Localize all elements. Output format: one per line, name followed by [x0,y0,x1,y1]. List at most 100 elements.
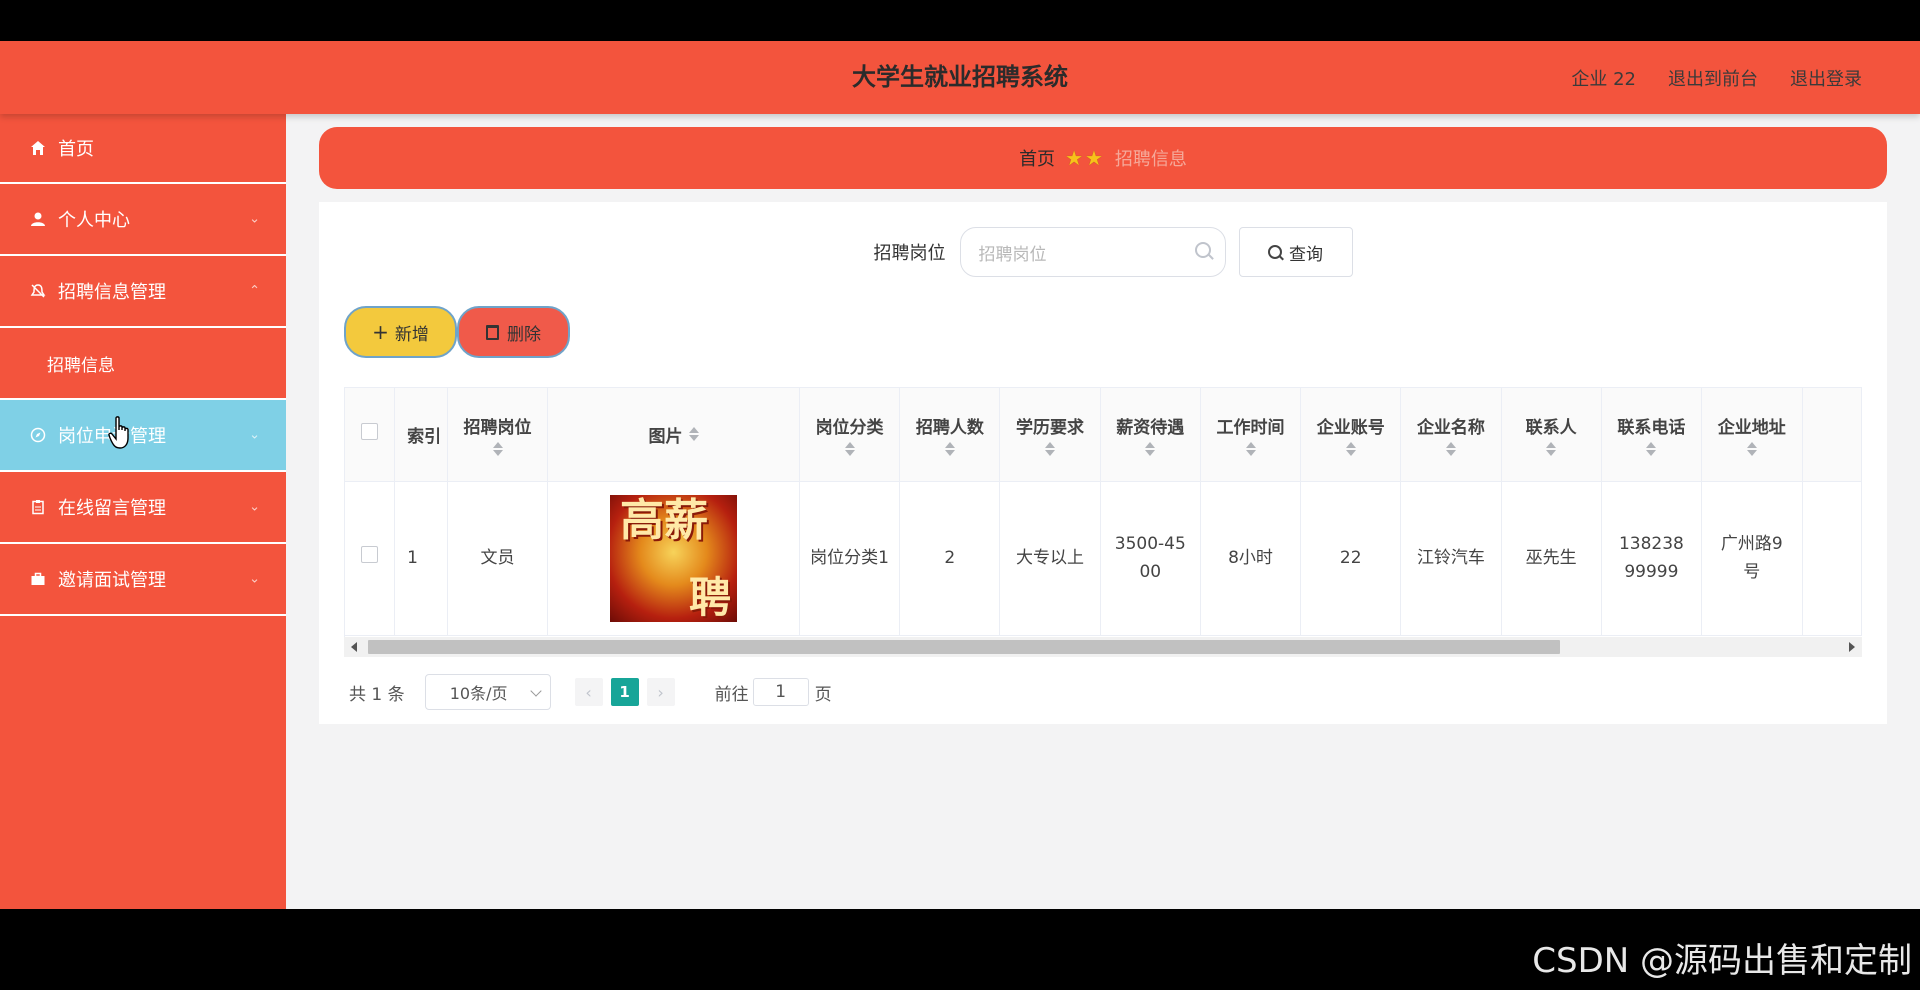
pagination: 共 1 条 10条/页 ‹ 1 › 前往 1 页 [349,674,832,710]
column-header-category[interactable]: 岗位分类 [799,388,901,482]
search-icon [1268,245,1282,259]
cell-contact: 巫先生 [1501,481,1602,636]
sort-icon[interactable] [1546,441,1557,456]
exit-to-front-link[interactable]: 退出到前台 [1668,65,1758,91]
search-input[interactable]: 招聘岗位 [959,227,1226,277]
sort-icon[interactable] [1245,441,1256,456]
sort-icon[interactable] [492,441,503,456]
column-header-count[interactable]: 招聘人数 [899,388,1001,482]
column-header-salary[interactable]: 薪资待遇 [1100,388,1201,482]
sort-icon[interactable] [844,441,855,456]
page-size-select[interactable]: 10条/页 [424,674,551,710]
sidebar-item-application-manage[interactable]: 岗位申请管理 ⌄ [0,400,286,472]
column-header-hours[interactable]: 工作时间 [1200,388,1302,482]
search-icon [1194,242,1211,258]
column-header-image[interactable]: 图片 [547,388,800,482]
plus-icon: + [372,320,389,344]
sidebar: 首页 个人中心 ⌄ 招聘信息管理 ⌃ 招聘信息 岗位申请管理 ⌄ [0,114,286,909]
add-button-label: 新增 [394,324,429,345]
cell-category: 岗位分类1 [799,481,901,636]
sidebar-item-interview-manage[interactable]: 邀请面试管理 ⌄ [0,544,286,616]
sort-icon[interactable] [688,427,699,442]
table-header-row: 索引 招聘岗位 图片 岗位分类 招聘人数 学历要求 薪资待遇 工作时间 企业账号… [345,388,1862,482]
column-header-contact[interactable]: 联系人 [1501,388,1602,482]
sidebar-item-profile[interactable]: 个人中心 ⌄ [0,184,286,256]
query-button-label: 查询 [1289,244,1323,265]
sort-icon[interactable] [1646,441,1657,456]
sidebar-item-label: 在线留言管理 [58,498,166,519]
sidebar-item-home[interactable]: 首页 [0,114,286,184]
home-icon [28,138,48,158]
chevron-down-icon: ⌄ [249,499,260,515]
cell-account: 22 [1300,481,1402,636]
column-header-address[interactable]: 企业地址 [1701,388,1803,482]
column-header-phone[interactable]: 联系电话 [1601,388,1703,482]
current-user-label[interactable]: 企业 22 [1571,65,1636,91]
select-all-cell [345,388,396,482]
breadcrumb: 首页 ★★ 招聘信息 [319,127,1887,189]
compass-icon [28,425,48,445]
cell-address: 广州路9号 [1701,481,1803,636]
breadcrumb-current: 招聘信息 [1114,149,1187,170]
chevron-down-icon: ⌄ [249,211,260,227]
action-buttons: + 新增 删除 [344,306,570,358]
submenu-item-recruit-info[interactable]: 招聘信息 [0,328,286,400]
search-bar: 招聘岗位 招聘岗位 查询 [319,227,1887,277]
star-separator-icon: ★★ [1065,146,1105,170]
sidebar-item-label: 招聘信息管理 [58,282,166,303]
scrollbar-thumb[interactable] [368,640,1560,654]
scroll-right-icon[interactable] [1849,642,1855,652]
query-button[interactable]: 查询 [1238,227,1353,277]
sort-icon[interactable] [1345,441,1356,456]
column-header-company[interactable]: 企业名称 [1400,388,1502,482]
sort-icon[interactable] [1145,441,1156,456]
page-number-current[interactable]: 1 [610,678,639,706]
data-table: 索引 招聘岗位 图片 岗位分类 招聘人数 学历要求 薪资待遇 工作时间 企业账号… [344,387,1862,637]
table-row[interactable]: 1 文员 高薪聘 岗位分类1 2 大专以上 3500-4500 8小时 22 江… [345,481,1862,636]
horizontal-scrollbar[interactable] [344,637,1862,657]
header-actions: 企业 22 退出到前台 退出登录 [1571,41,1862,114]
column-header-education[interactable]: 学历要求 [999,388,1101,482]
sort-icon[interactable] [944,441,955,456]
breadcrumb-home[interactable]: 首页 [1019,145,1055,171]
sidebar-item-label: 个人中心 [58,210,130,231]
cell-phone: 13823899999 [1601,481,1703,636]
row-select-cell [345,481,396,636]
column-header-account[interactable]: 企业账号 [1300,388,1402,482]
sort-icon[interactable] [1746,441,1757,456]
search-placeholder: 招聘岗位 [978,244,1047,265]
add-button[interactable]: + 新增 [344,306,457,358]
cell-position: 文员 [447,481,549,636]
delete-button[interactable]: 删除 [457,306,570,358]
scroll-left-icon[interactable] [351,642,357,652]
row-checkbox[interactable] [361,546,379,563]
logout-link[interactable]: 退出登录 [1790,65,1862,91]
sidebar-item-recruit-manage[interactable]: 招聘信息管理 ⌃ [0,256,286,328]
sort-icon[interactable] [1045,441,1056,456]
next-page-button[interactable]: › [646,678,675,706]
column-header-index: 索引 [394,388,448,482]
sort-icon[interactable] [1445,441,1456,456]
cell-count: 2 [899,481,1001,636]
goto-page-input[interactable]: 1 [752,678,809,706]
watermark-text: CSDN @源码出售和定制 [1532,941,1912,981]
recruit-poster-image[interactable]: 高薪聘 [610,494,737,622]
prev-page-button[interactable]: ‹ [574,678,603,706]
search-label: 招聘岗位 [873,243,946,264]
select-all-checkbox[interactable] [361,423,379,441]
sidebar-item-label: 首页 [58,139,94,160]
trash-icon [486,324,499,340]
goto-label: 前往 [714,684,749,705]
sidebar-item-label: 邀请面试管理 [58,570,166,591]
cell-index: 1 [394,481,448,636]
briefcase-icon [28,569,48,589]
page-unit-label: 页 [814,684,832,705]
column-header-position[interactable]: 招聘岗位 [447,388,549,482]
user-icon [28,209,48,229]
clipboard-icon [28,497,48,517]
sidebar-item-message-manage[interactable]: 在线留言管理 ⌄ [0,472,286,544]
hand-pointer-cursor-icon [107,416,135,454]
cell-education: 大专以上 [999,481,1101,636]
chevron-down-icon [529,685,542,697]
bell-icon [28,281,48,301]
